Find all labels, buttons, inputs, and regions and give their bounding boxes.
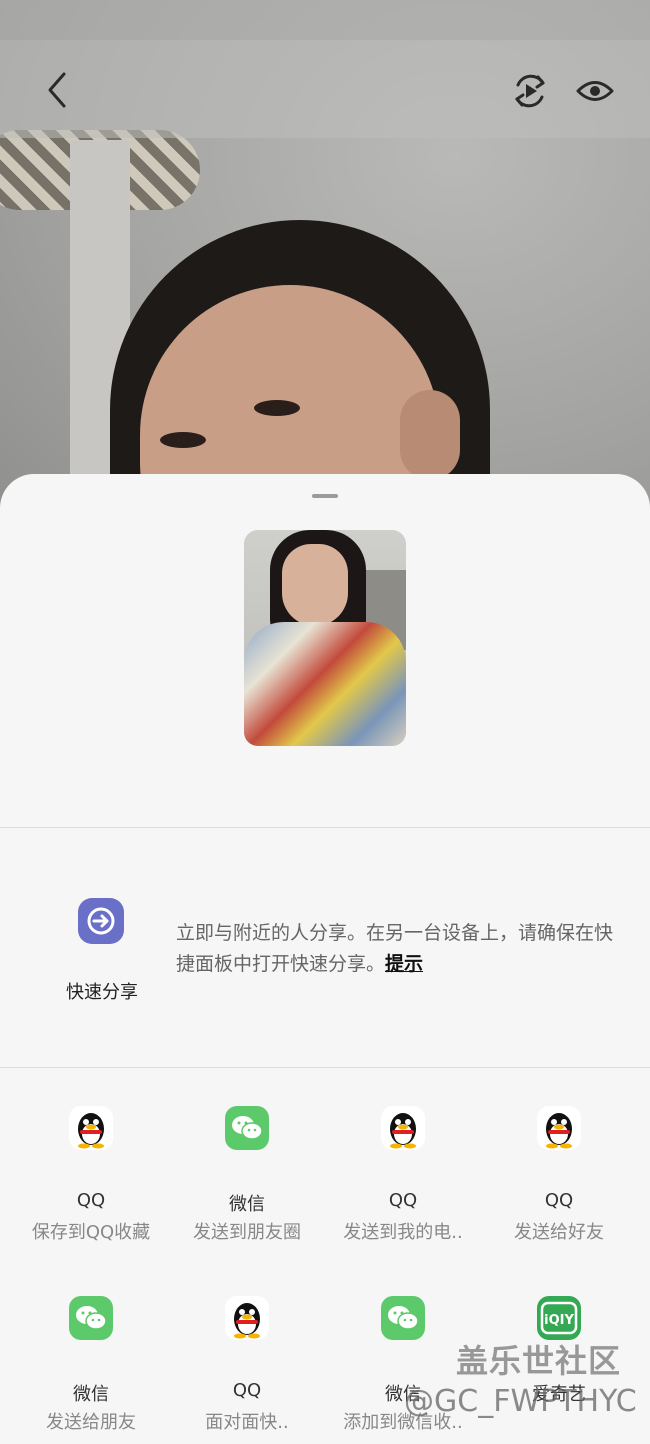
photo-eye-right bbox=[254, 400, 300, 416]
share-target-app: 微信 bbox=[229, 1194, 265, 1215]
quick-share-description: 立即与附近的人分享。在另一台设备上，请确保在快捷面板中打开快速分享。提示 bbox=[176, 918, 628, 980]
back-button[interactable] bbox=[30, 63, 84, 117]
quick-share-label[interactable]: 快速分享 bbox=[40, 978, 164, 1004]
thumb-face bbox=[282, 544, 348, 626]
share-preview-thumbnail bbox=[244, 530, 406, 746]
photo-eye-left bbox=[160, 432, 206, 448]
qq-icon bbox=[381, 1106, 425, 1150]
sheet-drag-handle[interactable] bbox=[312, 494, 338, 498]
share-target-action: 发送给朋友 bbox=[46, 1412, 136, 1433]
rotate-play-button[interactable] bbox=[503, 64, 557, 118]
photo-ear bbox=[400, 390, 460, 480]
share-target-action: 发送到我的电.. bbox=[343, 1222, 463, 1243]
status-bar bbox=[0, 0, 650, 40]
share-target-app: QQ bbox=[388, 1190, 418, 1211]
quick-share-hint-link[interactable]: 提示 bbox=[385, 953, 423, 975]
qq-icon bbox=[537, 1106, 581, 1150]
thumb-sweater bbox=[244, 622, 406, 746]
share-target-action: 面对面快.. bbox=[205, 1412, 289, 1433]
qq-icon bbox=[69, 1106, 113, 1150]
quick-share-icon bbox=[87, 907, 115, 935]
view-toggle-button[interactable] bbox=[568, 64, 622, 118]
iqiyi-icon: iQIY bbox=[537, 1296, 581, 1340]
share-target-app: QQ bbox=[544, 1190, 574, 1211]
wechat-icon bbox=[69, 1296, 113, 1340]
chevron-left-icon bbox=[48, 72, 66, 108]
share-target-action: 发送到朋友圈 bbox=[193, 1222, 301, 1243]
share-target-app: QQ bbox=[232, 1380, 262, 1401]
divider bbox=[0, 827, 650, 828]
quick-share-button[interactable] bbox=[78, 898, 124, 944]
qq-icon bbox=[225, 1296, 269, 1340]
watermark-handle: @GC_FWPTHYC bbox=[404, 1384, 637, 1419]
share-sheet: 快速分享 立即与附近的人分享。在另一台设备上，请确保在快捷面板中打开快速分享。提… bbox=[0, 474, 650, 1444]
svg-text:iQIY: iQIY bbox=[544, 1313, 574, 1328]
share-target-app: 微信 bbox=[73, 1384, 109, 1405]
share-target-app: QQ bbox=[76, 1190, 106, 1211]
rotate-play-icon bbox=[515, 74, 545, 108]
wechat-icon bbox=[381, 1296, 425, 1340]
watermark-community: 盖乐世社区 bbox=[456, 1342, 622, 1380]
divider bbox=[0, 1067, 650, 1068]
eye-icon bbox=[576, 81, 614, 101]
share-target-action: 保存到QQ收藏 bbox=[31, 1222, 151, 1243]
wechat-icon bbox=[225, 1106, 269, 1150]
share-target-action: 发送给好友 bbox=[514, 1222, 604, 1243]
